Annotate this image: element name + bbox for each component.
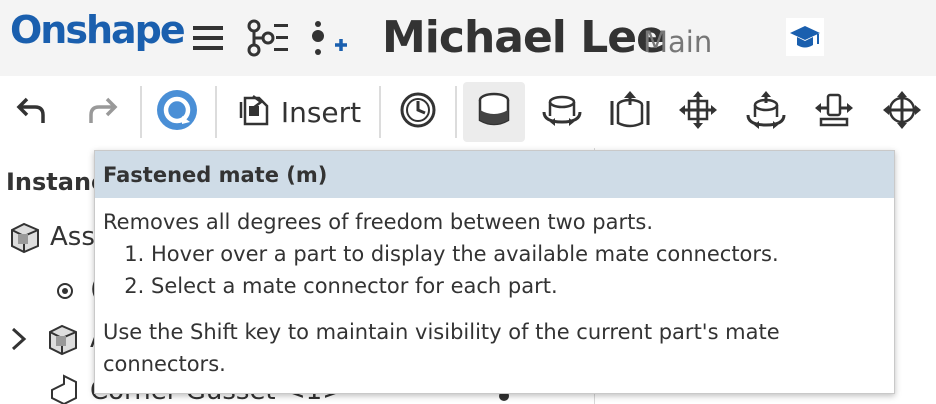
history-icon [399,91,437,133]
onshape-logo[interactable]: Onshape [10,8,186,52]
insert-icon [235,92,271,132]
planar-mate-button[interactable] [674,82,722,142]
tooltip-body: Removes all degrees of freedom between t… [95,198,894,388]
toolbar-divider [215,86,217,138]
toolbar-divider [379,86,381,138]
add-variable-icon[interactable] [308,18,348,58]
fastened-mate-button[interactable] [463,82,525,142]
onshape-assembly-page: Onshape Michael Lee Main Insert Instanc … [0,0,936,404]
undo-button[interactable] [10,82,54,142]
assembly-icon [8,220,42,254]
menu-icon[interactable] [188,18,228,58]
history-button[interactable] [394,82,442,142]
redo-button[interactable] [80,82,124,142]
tooltip-steps: Hover over a part to display the availab… [151,238,886,302]
cylindrical-mate-button[interactable] [742,82,790,142]
tooltip-note: Use the Shift key to maintain visibility… [103,320,780,376]
revolute-mate-button[interactable] [538,82,586,142]
ball-mate-icon [881,89,923,135]
ball-mate-button[interactable] [878,82,926,142]
learning-center-icon[interactable] [786,18,824,56]
tooltip-step: Select a mate connector for each part. [151,270,886,302]
tooltip-description: Removes all degrees of freedom between t… [103,210,653,234]
tree-item-assembly[interactable]: Ass [50,222,95,252]
branch-name[interactable]: Main [643,25,712,59]
toolbar: Insert [0,76,936,148]
tooltip-step: Hover over a part to display the availab… [151,238,886,270]
slider-mate-button[interactable] [606,82,654,142]
fastened-mate-icon [476,90,512,134]
refresh-icon [155,88,199,136]
part-icon [48,374,82,404]
mate-connector-icon [50,276,80,306]
insert-button[interactable]: Insert [232,82,364,142]
pin-slot-mate-button[interactable] [810,82,858,142]
planar-mate-icon [677,89,719,135]
subassembly-icon [46,322,80,356]
toolbar-divider [455,86,457,138]
cylindrical-mate-icon [745,89,787,135]
insert-label: Insert [280,95,362,129]
redo-icon [85,93,119,131]
pin-slot-mate-icon [813,89,855,135]
app-header: Onshape Michael Lee Main [0,0,936,76]
feature-list-icon[interactable] [246,18,288,58]
document-title: Michael Lee [382,12,666,63]
undo-icon [15,93,49,131]
refresh-button[interactable] [152,82,202,142]
chevron-right-icon[interactable] [6,324,32,354]
tooltip-title: Fastened mate (m) [95,151,894,198]
slider-mate-icon [609,89,651,135]
fastened-mate-tooltip: Fastened mate (m) Removes all degrees of… [94,150,895,394]
revolute-mate-icon [541,90,583,134]
instances-title: Instanc [6,168,106,196]
toolbar-divider [140,86,142,138]
